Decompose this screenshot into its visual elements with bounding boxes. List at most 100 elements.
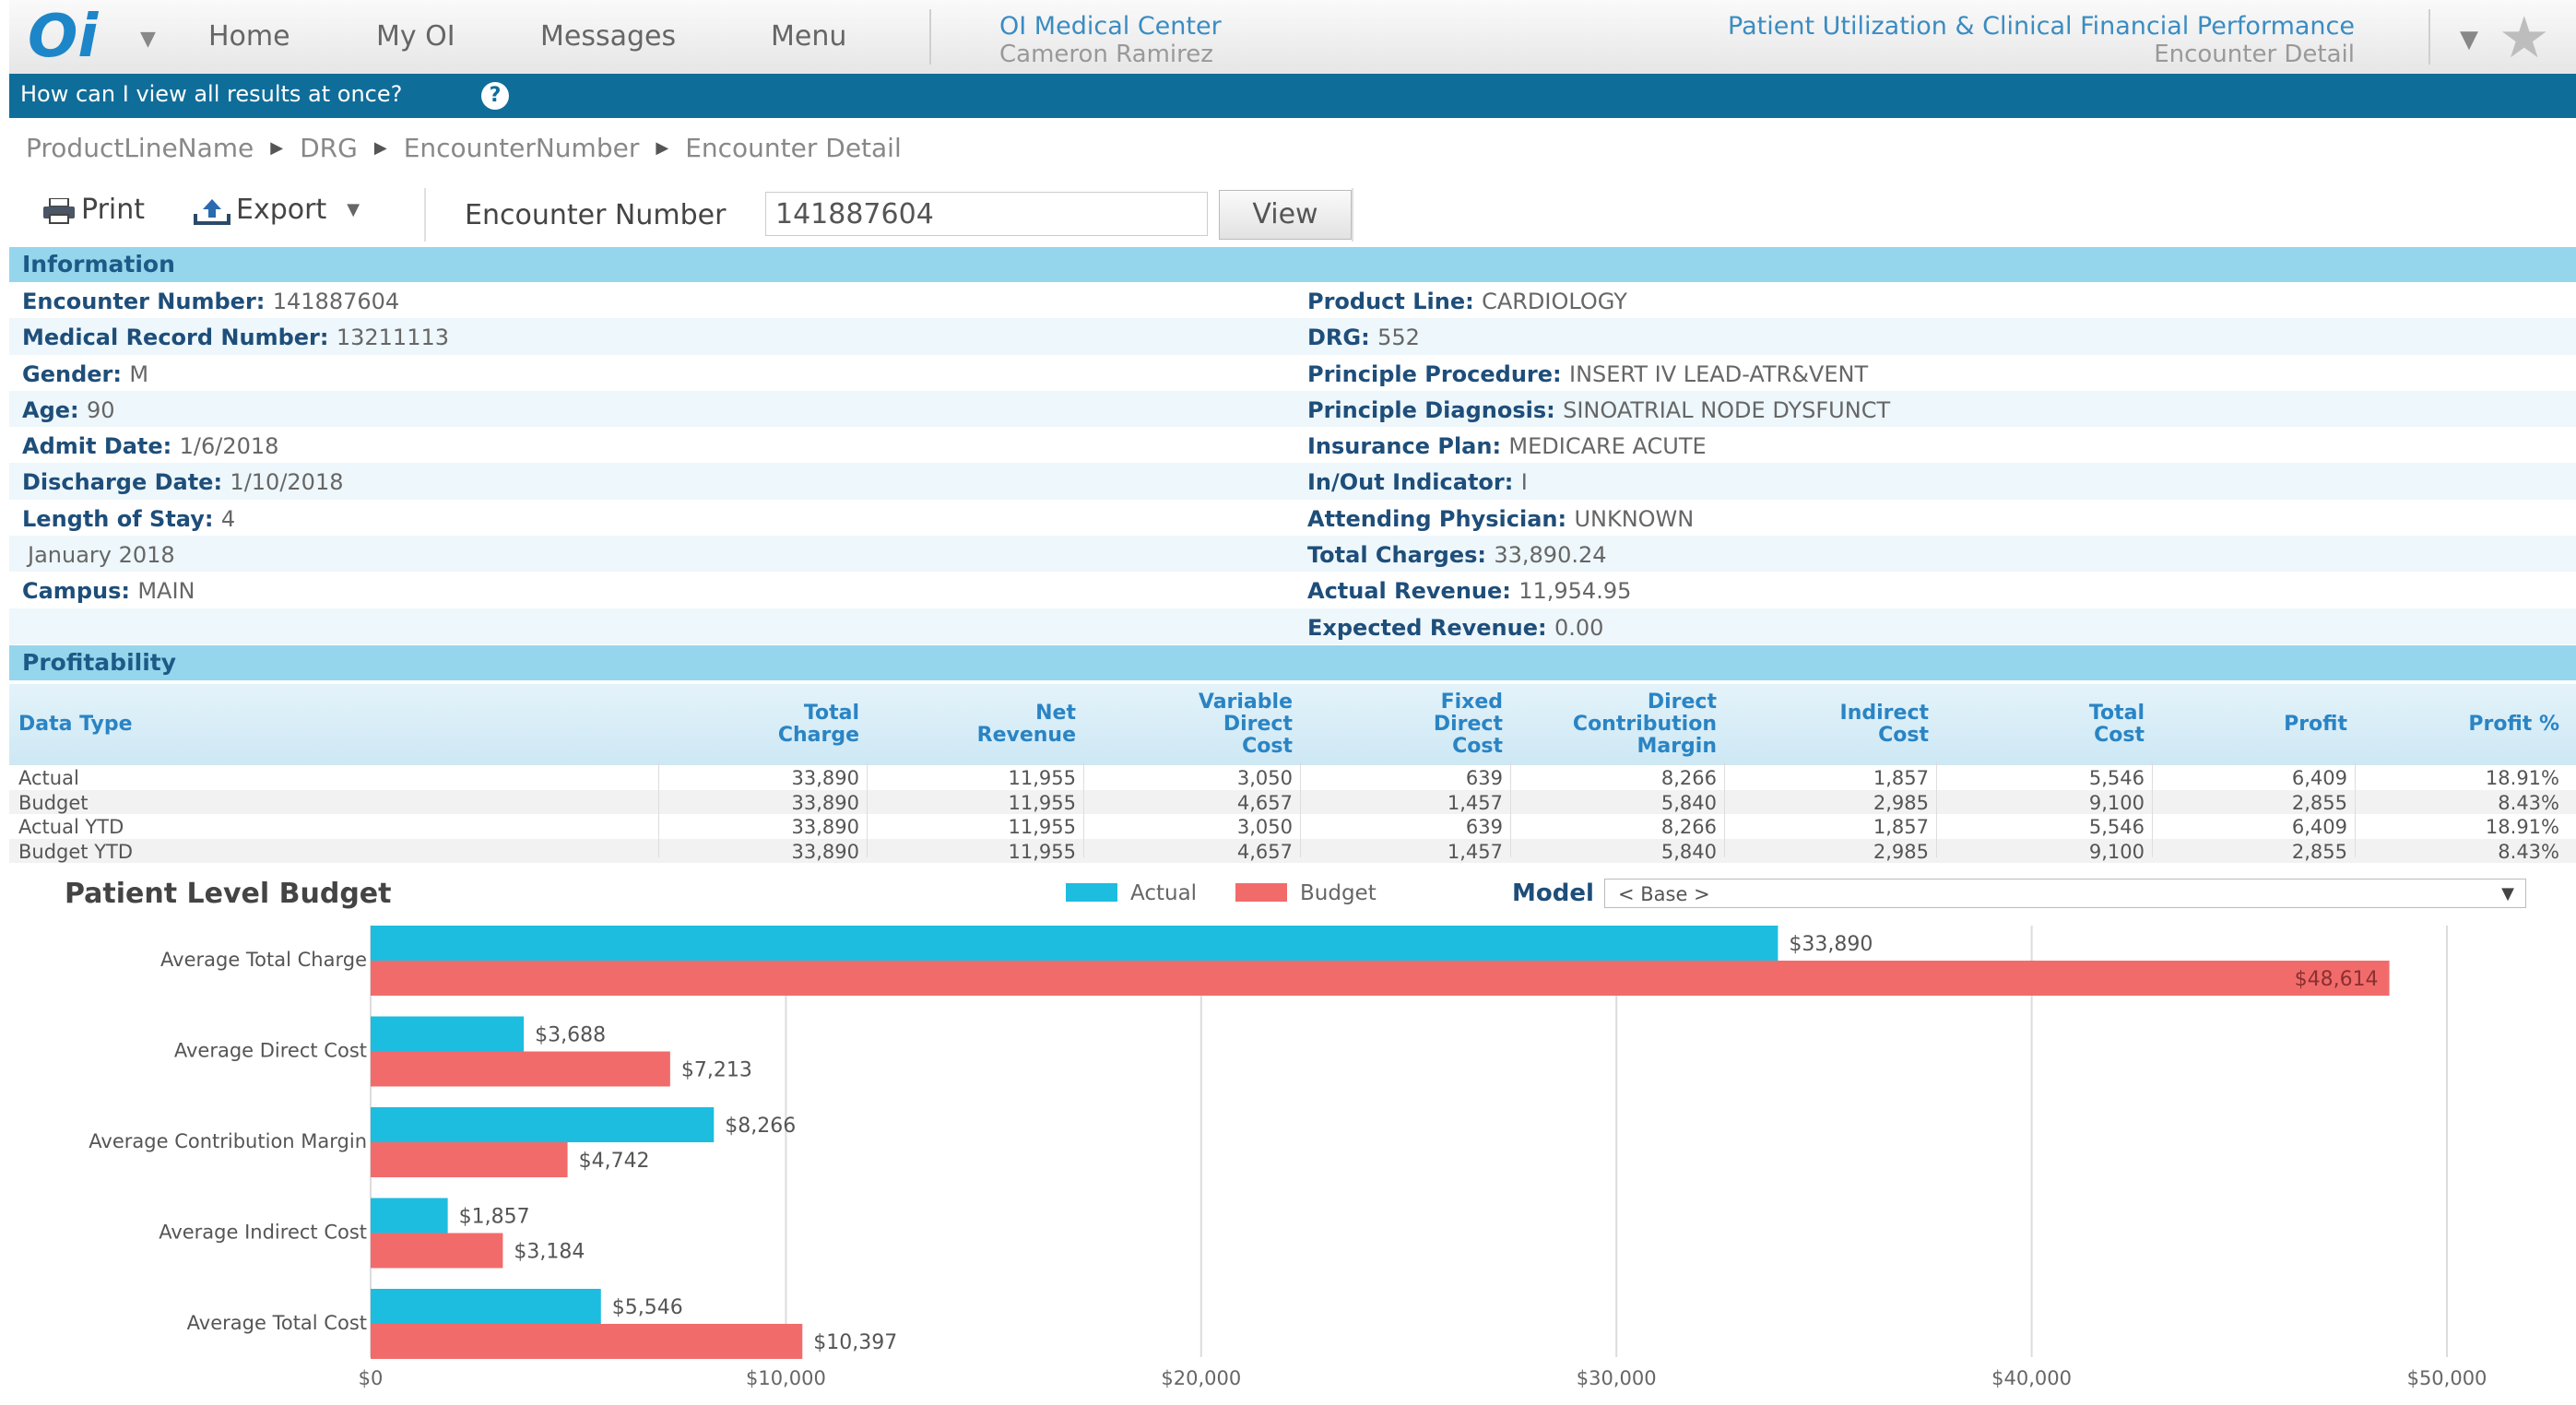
- favorite-star-icon[interactable]: ★: [2499, 4, 2550, 71]
- profitability-table-header: Data Type Total Charge Net Revenue Variable Di…: [9, 684, 2576, 765]
- info-field: Encounter Number: 141887604: [22, 289, 399, 314]
- options-caret-icon[interactable]: ▼: [2460, 26, 2478, 53]
- breadcrumb-item[interactable]: ProductLineName: [26, 133, 254, 163]
- column-header[interactable]: Direct Contribution Margin: [1573, 691, 1717, 758]
- table-cell: 5,840: [1660, 791, 1717, 814]
- table-cell: 8,266: [1660, 767, 1717, 789]
- column-divider: [1300, 762, 1301, 857]
- info-field: Gender: M: [22, 361, 148, 387]
- info-row: Encounter Number: 141887604 Product Line:…: [9, 282, 2576, 318]
- table-cell: 639: [1465, 767, 1503, 789]
- view-button[interactable]: View: [1219, 190, 1352, 240]
- breadcrumb-item[interactable]: EncounterNumber: [404, 133, 640, 163]
- table-cell: 639: [1465, 816, 1503, 838]
- table-cell: 18.91%: [2485, 767, 2559, 789]
- table-cell: 11,955: [1008, 767, 1076, 789]
- column-header[interactable]: Variable Direct Cost: [1199, 691, 1293, 758]
- column-header[interactable]: Total Charge: [778, 702, 859, 747]
- info-field-label: Age:: [22, 396, 87, 423]
- info-field: Actual Revenue: 11,954.95: [1307, 578, 1631, 604]
- info-field-label: Attending Physician:: [1307, 505, 1575, 532]
- table-row: Actual 33,890 11,955 3,050 639 8,266 1,857 5,54…: [9, 765, 2576, 790]
- nav-my-oi[interactable]: My OI: [376, 20, 455, 53]
- y-category-label: Average Direct Cost: [174, 1040, 367, 1062]
- print-label: Print: [81, 194, 146, 226]
- data-label: $3,184: [514, 1241, 585, 1264]
- info-field: Attending Physician: UNKNOWN: [1307, 506, 1694, 532]
- help-question-link[interactable]: How can I view all results at once?: [20, 81, 402, 107]
- table-cell: 5,546: [2088, 767, 2145, 789]
- breadcrumb-arrow-icon: ▶: [270, 138, 284, 158]
- x-tick-label: $40,000: [1991, 1367, 2072, 1389]
- info-field: Age: 90: [22, 397, 115, 423]
- info-field-label: Admit Date:: [22, 433, 180, 460]
- table-cell: 8,266: [1660, 816, 1717, 838]
- table-cell: 9,100: [2088, 840, 2145, 863]
- nav-messages[interactable]: Messages: [540, 20, 676, 53]
- table-cell: 8.43%: [2498, 791, 2559, 814]
- org-name: OI Medical Center: [999, 12, 1222, 41]
- bar-budget: [371, 961, 2390, 996]
- table-cell: 11,955: [1008, 840, 1076, 863]
- table-cell: 5,546: [2088, 816, 2145, 838]
- divider: [424, 188, 426, 242]
- data-label: $7,213: [681, 1059, 752, 1082]
- table-cell: 8.43%: [2498, 840, 2559, 863]
- info-field-value: M: [129, 360, 149, 387]
- export-label: Export: [236, 194, 327, 226]
- bar-actual: [371, 1016, 525, 1052]
- x-tick-label: $30,000: [1577, 1367, 1657, 1389]
- table-cell: 33,890: [791, 816, 859, 838]
- export-button[interactable]: Export ▼: [194, 194, 360, 226]
- model-select[interactable]: < Base > ▼: [1604, 879, 2526, 908]
- logo-menu-caret-icon[interactable]: ▼: [140, 28, 156, 51]
- data-label: $5,546: [612, 1296, 683, 1319]
- info-field-value: UNKNOWN: [1574, 505, 1695, 532]
- info-field: Expected Revenue: 0.00: [1307, 615, 1603, 641]
- table-cell: 2,985: [1873, 840, 1929, 863]
- column-header[interactable]: Net Revenue: [977, 702, 1076, 747]
- info-row: January 2018 Total Charges: 33,890.24: [9, 536, 2576, 573]
- encounter-number-input[interactable]: [765, 192, 1208, 236]
- table-cell: 33,890: [791, 791, 859, 814]
- profitability-table-body: Actual 33,890 11,955 3,050 639 8,266 1,857 5,54…: [9, 765, 2576, 863]
- help-icon[interactable]: ?: [481, 82, 509, 110]
- bar-actual: [371, 1289, 601, 1324]
- table-cell: 18.91%: [2485, 816, 2559, 838]
- chart-title: Patient Level Budget: [65, 878, 392, 910]
- model-selected-value: < Base >: [1618, 883, 1710, 905]
- oi-logo[interactable]: Oi: [28, 6, 98, 68]
- nav-menu[interactable]: Menu: [771, 20, 846, 53]
- info-field: In/Out Indicator: I: [1307, 469, 1528, 495]
- patient-level-budget-chart: $0 $10,000 $20,000 $30,000 $40,000 $50,000 Ave…: [89, 926, 2487, 1389]
- info-field-label: Length of Stay:: [22, 505, 221, 532]
- column-header[interactable]: Indirect Cost: [1840, 702, 1929, 747]
- table-cell: 6,409: [2291, 767, 2347, 789]
- table-cell: 11,955: [1008, 816, 1076, 838]
- x-tick-label: $10,000: [746, 1367, 826, 1389]
- info-field-value: INSERT IV LEAD-ATR&VENT: [1568, 360, 1869, 387]
- column-header[interactable]: Total Cost: [2089, 702, 2145, 747]
- print-button[interactable]: Print: [42, 194, 145, 226]
- info-row: Gender: M Principle Procedure: INSERT IV …: [9, 355, 2576, 391]
- divider: [929, 9, 931, 65]
- column-header[interactable]: Data Type: [18, 714, 133, 736]
- info-field-value: January 2018: [28, 542, 175, 569]
- table-cell: Budget: [18, 791, 89, 814]
- column-divider: [1083, 762, 1084, 857]
- column-header[interactable]: Fixed Direct Cost: [1434, 691, 1503, 758]
- column-header[interactable]: Profit: [2284, 714, 2347, 736]
- table-cell: 3,050: [1236, 767, 1293, 789]
- info-field-value: 11,954.95: [1518, 578, 1632, 605]
- breadcrumb-item[interactable]: DRG: [300, 133, 358, 163]
- table-cell: 2,855: [2291, 791, 2347, 814]
- column-divider: [658, 762, 659, 857]
- legend-item-actual: Actual: [1066, 881, 1197, 905]
- info-field-label: Gender:: [22, 360, 130, 387]
- data-label: $48,614: [2295, 968, 2379, 991]
- nav-home[interactable]: Home: [208, 20, 290, 53]
- column-header[interactable]: Profit %: [2468, 714, 2559, 736]
- info-field: Total Charges: 33,890.24: [1307, 542, 1607, 568]
- y-category-label: Average Contribution Margin: [89, 1130, 367, 1152]
- model-label: Model: [1512, 880, 1594, 907]
